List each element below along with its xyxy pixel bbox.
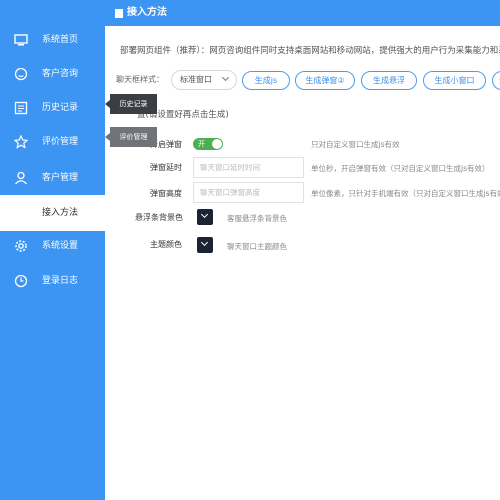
theme-color-picker[interactable] xyxy=(197,237,213,253)
clock-icon xyxy=(14,274,28,288)
popup-height-input[interactable]: 聊天窗口弹窗高度 xyxy=(193,182,304,203)
sidebar-item-label: 系统首页 xyxy=(42,35,79,45)
tooltip-arrow xyxy=(105,133,110,141)
sidebar-item-consult[interactable]: 客户咨询 xyxy=(0,56,105,92)
popup-toggle[interactable]: 开 xyxy=(193,138,223,150)
history-icon xyxy=(14,101,28,115)
gear-icon xyxy=(15,240,27,252)
sidebar-item-settings[interactable]: 系统设置 xyxy=(0,228,105,264)
chat-style-selected-value: 标准窗口 xyxy=(180,75,212,84)
sidebar-item-customers[interactable]: 客户管理 xyxy=(0,160,105,196)
popup-delay-input[interactable]: 聊天窗口延时时间 xyxy=(193,157,304,178)
toggle-knob xyxy=(212,139,222,149)
float-bg-color-hint: 客服悬浮条背景色 xyxy=(227,214,287,223)
rating-tooltip-text: 评价管理 xyxy=(119,133,148,141)
popup-delay-label: 弹窗延时 xyxy=(150,163,182,172)
deploy-description: 部署网页组件（推荐）：网页咨询组件同时支持桌面网站和移动网站，提供强大的用户行为… xyxy=(120,46,500,56)
chat-style-label: 聊天框样式： xyxy=(116,75,164,84)
sidebar-item-label: 系统设置 xyxy=(42,241,79,251)
chevron-down-icon xyxy=(200,210,209,219)
user-icon xyxy=(15,171,27,185)
sidebar-item-login-log[interactable]: 登录日志 xyxy=(0,263,105,299)
rating-tooltip: 评价管理 xyxy=(105,127,157,147)
page-header: 接入方法 xyxy=(105,0,500,26)
generate-small-window-button[interactable]: 生成小窗口 xyxy=(423,71,486,90)
generate-float-button[interactable]: 生成悬浮 xyxy=(361,71,417,90)
popup-height-label: 弹窗高度 xyxy=(150,189,182,198)
popup-delay-hint: 单位秒，开启弹窗有效（只对自定义窗口生成js有效） xyxy=(311,164,490,173)
sidebar-item-rating[interactable]: 评价管理 xyxy=(0,124,105,160)
sidebar-item-label: 历史记录 xyxy=(42,103,79,113)
page-title: 接入方法 xyxy=(127,7,167,18)
history-tooltip: 历史记录 xyxy=(105,94,157,114)
popup-height-hint: 单位像素，只针对手机端有效（只对自定义窗口生成js有效） xyxy=(311,189,500,198)
sidebar: 系统首页 客户咨询 历史记录 评价管理 客户管理 接入方法 系统设置 登录日志 xyxy=(0,0,105,500)
history-tooltip-text: 历史记录 xyxy=(119,100,148,108)
sidebar-item-access-method[interactable]: 接入方法 xyxy=(0,195,105,231)
chevron-down-icon xyxy=(200,238,209,247)
star-icon xyxy=(14,135,28,149)
float-bg-color-label: 悬浮条背景色 xyxy=(135,213,183,222)
document-icon xyxy=(115,9,123,18)
generate-button[interactable]: 生成 xyxy=(492,71,500,90)
sidebar-item-label: 评价管理 xyxy=(42,137,79,147)
chat-icon xyxy=(14,67,28,81)
sidebar-item-home[interactable]: 系统首页 xyxy=(0,22,105,58)
chevron-down-icon xyxy=(221,73,230,82)
sidebar-item-history[interactable]: 历史记录 xyxy=(0,90,105,126)
sidebar-item-label: 客户管理 xyxy=(42,173,79,183)
sidebar-item-label: 登录日志 xyxy=(42,276,79,286)
sidebar-item-label: 接入方法 xyxy=(42,208,79,218)
chat-style-select[interactable]: 标准窗口 xyxy=(171,70,237,90)
tooltip-arrow xyxy=(105,100,110,108)
sidebar-item-label: 客户咨询 xyxy=(42,69,79,79)
generate-js-button[interactable]: 生成js xyxy=(242,71,290,90)
theme-color-hint: 聊天窗口主题颜色 xyxy=(227,242,287,251)
popup-hint: 只对自定义窗口生成js有效 xyxy=(311,140,400,149)
theme-color-label: 主题颜色 xyxy=(150,240,182,249)
generate-popup-button[interactable]: 生成弹窗② xyxy=(295,71,355,90)
float-bg-color-picker[interactable] xyxy=(197,209,213,225)
toggle-on-text: 开 xyxy=(198,140,205,148)
monitor-icon xyxy=(14,34,28,46)
